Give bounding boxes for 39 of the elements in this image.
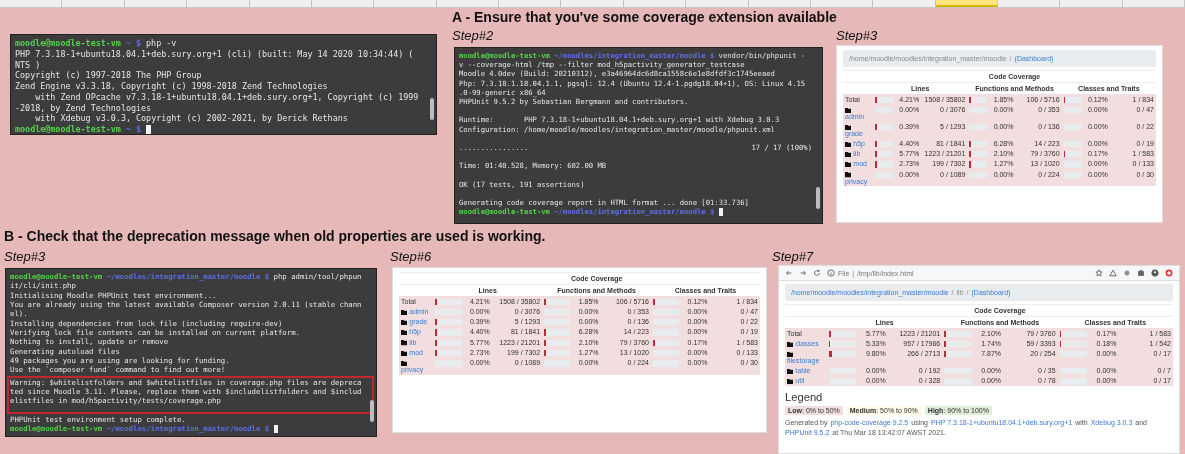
star-icon[interactable]	[1095, 269, 1103, 277]
legend-title: Legend	[785, 391, 824, 404]
back-arrow-icon[interactable]	[785, 269, 793, 277]
terminal-output: with Zend OPcache v7.3.18-1+ubuntu18.04.1+deb.sury.org+1, Copyright (c) 1999	[34, 91, 419, 103]
section-title: B - Check that the deprecation message when old properties are used is working.	[4, 228, 546, 244]
terminal-output: -2018, by Zend Technologies	[15, 102, 152, 114]
prompt-sign: $	[136, 124, 142, 134]
terminal-output: Zend Engine v3.3.18, Copyright (c) 1998-2018 Zend Technologies	[15, 81, 328, 92]
terminal-output: with Xdebug v3.0.3, Copyright (c) 2002-2021, by Derick Rethans	[34, 113, 348, 124]
scrollbar-thumb[interactable]	[370, 400, 374, 422]
scrollbar-thumb[interactable]	[816, 187, 820, 209]
folder-icon	[845, 107, 852, 113]
prompt-user: moodle@moodle-test-vm	[15, 38, 121, 49]
terminal-output: PHP 7.3.18-1+ubuntu18.04.1+deb.sury.org+1 (cli) (built: May 14 2020 10:34:44) (	[15, 48, 414, 60]
terminal-command: php -v	[146, 38, 177, 49]
ring-icon[interactable]	[1165, 269, 1173, 277]
prompt-sign: $	[136, 38, 142, 49]
step-label: Step#3	[4, 249, 46, 264]
step-label: Step#6	[390, 249, 432, 264]
column-header-cell[interactable]	[935, 0, 998, 7]
info-icon[interactable]	[827, 269, 835, 277]
prompt-path: ~	[125, 124, 131, 134]
forward-arrow-icon[interactable]	[799, 269, 807, 277]
terminal-output: Copyright (c) 1997-2018 The PHP Group	[15, 70, 202, 81]
coverage-bar	[1059, 378, 1088, 385]
folder-icon	[845, 124, 852, 130]
section-title: A - Ensure that you've some coverage extension available	[452, 9, 837, 25]
coverage-bar	[944, 378, 972, 385]
triangle-icon[interactable]	[1109, 269, 1117, 277]
prompt-path: ~	[125, 38, 131, 49]
scrollbar-thumb[interactable]	[430, 98, 434, 120]
coverage-bar	[828, 378, 857, 385]
step-label: Step#3	[836, 28, 878, 43]
step-label: Step#7	[772, 249, 814, 264]
terminal-output: NTS )	[15, 59, 41, 71]
reload-icon[interactable]	[813, 269, 821, 277]
step-label: Step#2	[452, 28, 494, 43]
prompt-user: moodle@moodle-test-vm	[15, 124, 121, 134]
puzzle-icon[interactable]	[1137, 269, 1145, 277]
